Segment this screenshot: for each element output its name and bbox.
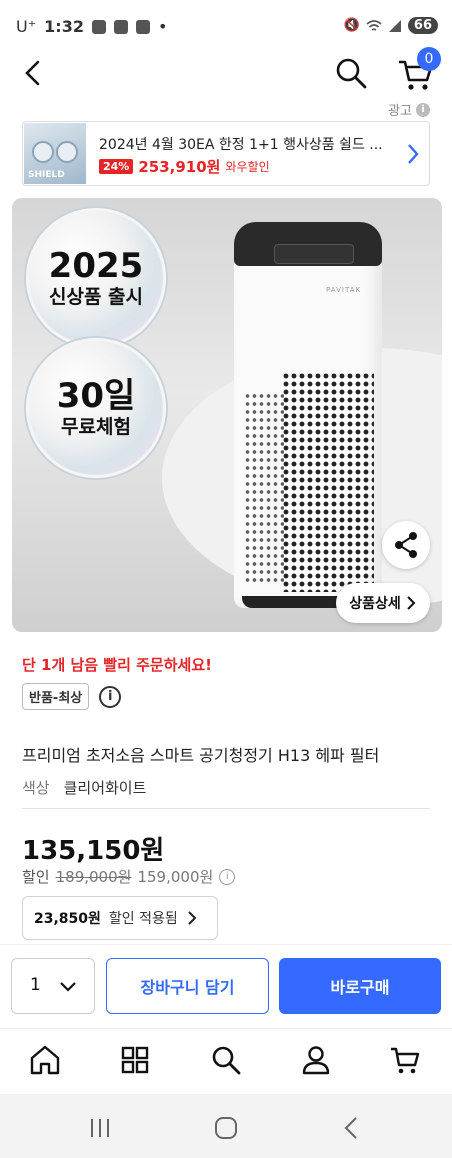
product-title: 프리미엄 초저소음 스마트 공기청정기 H13 헤파 필터 (22, 746, 380, 765)
share-icon (395, 532, 417, 558)
wifi-icon (366, 19, 382, 31)
buy-now-button[interactable]: 바로구매 (279, 958, 441, 1014)
back-icon[interactable] (16, 56, 50, 90)
home-button-icon[interactable] (212, 1114, 240, 1142)
home-icon[interactable] (28, 1043, 62, 1077)
chevron-right-icon (407, 596, 416, 610)
chevron-right-icon (188, 911, 197, 925)
release-badge: 2025 신상품 출시 (26, 208, 166, 348)
search-icon[interactable] (334, 56, 368, 90)
time: 1:32 (44, 17, 84, 36)
notification-icon (135, 19, 150, 34)
ad-thumb-text: SHIELD (28, 170, 65, 180)
free-trial-badge: 30일 무료체험 (26, 338, 166, 478)
cart-icon[interactable] (389, 1043, 423, 1077)
discount-applied-button[interactable]: 23,850원 할인 적용됨 (22, 896, 218, 940)
brand-text: PAVITAK (326, 286, 362, 294)
notification-icon (91, 19, 106, 34)
info-icon[interactable]: i (416, 102, 430, 117)
original-price: 189,000원 (55, 868, 132, 886)
bottom-nav (0, 1028, 452, 1094)
chevron-down-icon (60, 982, 76, 992)
air-purifier-photo: PAVITAK (234, 222, 382, 608)
ad-price: 253,910원 (138, 158, 221, 176)
notification-icon (113, 19, 128, 34)
ad-banner[interactable]: SHIELD 2024년 4월 30EA 한정 1+1 행사상품 쉴드 ... … (22, 121, 430, 186)
divider (22, 808, 430, 809)
list-price: 159,000원 (137, 868, 214, 886)
system-nav (0, 1094, 452, 1158)
ad-title: 2024년 4월 30EA 한정 1+1 행사상품 쉴드 ... (99, 137, 383, 153)
ad-wow-label: 와우할인 (225, 160, 270, 174)
battery-icon: 66 (407, 17, 438, 34)
share-button[interactable] (382, 521, 430, 569)
header (0, 48, 452, 98)
discount-row: 할인 189,000원 159,000원 i (22, 866, 236, 887)
quantity-select[interactable]: 1 (11, 958, 95, 1014)
sale-price: 135,150원 (22, 836, 165, 866)
mute-icon: 🔇 (343, 18, 360, 33)
dot-icon: • (157, 17, 168, 36)
color-option: 색상 클리어화이트 (22, 779, 147, 797)
product-image[interactable]: 2025 신상품 출시 30일 무료체험 PAVITAK (12, 198, 442, 632)
signal-icon (388, 19, 401, 32)
recent-apps-icon[interactable] (86, 1114, 114, 1142)
purchase-bar: 1 장바구니 담기 바로구매 (0, 944, 452, 1028)
back-button-icon[interactable] (338, 1114, 366, 1142)
carrier: U⁺ (16, 17, 37, 36)
condition-tag: 반품-최상 (22, 683, 90, 710)
info-icon[interactable]: i (99, 685, 122, 708)
category-icon[interactable] (118, 1043, 152, 1077)
ad-label: 광고 i (388, 100, 430, 119)
search-icon[interactable] (209, 1043, 243, 1077)
add-to-cart-button[interactable]: 장바구니 담기 (106, 958, 269, 1014)
info-icon[interactable]: i (219, 868, 236, 885)
discount-amount: 23,850원 (34, 911, 101, 927)
ad-thumbnail: SHIELD (24, 123, 86, 184)
product-detail-button[interactable]: 상품상세 (336, 583, 430, 623)
my-page-icon[interactable] (299, 1043, 333, 1077)
cart-count-badge: 0 (417, 47, 441, 71)
ad-discount-badge: 24% (99, 159, 134, 174)
stock-warning: 단 1개 남음 빨리 주문하세요! (22, 656, 212, 674)
chevron-right-icon (408, 144, 419, 164)
